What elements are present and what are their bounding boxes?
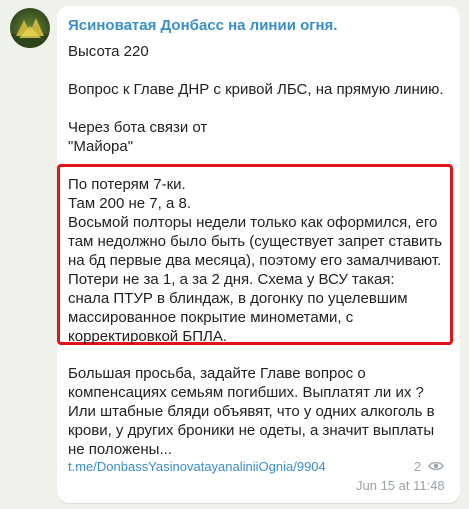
text-line: "Майора" bbox=[68, 138, 134, 155]
highlighted-line: Там 200 не 7, а 8. bbox=[68, 195, 191, 212]
highlighted-line: на бд первые два месяца), поэтому его за… bbox=[68, 252, 442, 269]
highlighted-line: снала ПТУР в блиндаж, в догонку по уцеле… bbox=[68, 290, 408, 307]
highlighted-line: массированное покрытие минометами, с bbox=[68, 309, 354, 326]
highlighted-line: По потерям 7-ки. bbox=[68, 176, 186, 193]
text-line: компенсациях семьям погибших. Выплатят л… bbox=[68, 384, 424, 401]
text-line: Высота 220 bbox=[68, 43, 149, 60]
message-timestamp: Jun 15 at 11:48 bbox=[356, 478, 445, 493]
channel-avatar[interactable] bbox=[10, 8, 50, 48]
highlighted-line: там недолжно было быть (существует запре… bbox=[68, 233, 443, 250]
highlighted-line: Восьмой полторы недели только как оформи… bbox=[68, 214, 438, 231]
eye-icon bbox=[428, 461, 444, 471]
text-line: крови, у других броники не одеты, а знач… bbox=[68, 422, 435, 439]
channel-name[interactable]: Ясиноватая Донбасс на линии огня. bbox=[68, 17, 337, 34]
text-line: Вопрос к Главе ДНР с кривой ЛБС, на прям… bbox=[68, 81, 444, 98]
text-line: Через бота связи от bbox=[68, 119, 208, 136]
view-count: 2 bbox=[414, 459, 422, 474]
text-line: Или штабные бляди объявят, что у одних а… bbox=[68, 403, 435, 420]
text-line: не положены... bbox=[68, 441, 172, 458]
highlighted-line: корректировкой БПЛА. bbox=[68, 328, 227, 345]
highlighted-line: Потери не за 1, а за 2 дня. Схема у ВСУ … bbox=[68, 271, 395, 288]
text-line: Большая просьба, задайте Главе вопрос о bbox=[68, 365, 366, 382]
message-link[interactable]: t.me/DonbassYasinovatayanaliniiOgnia/990… bbox=[68, 459, 326, 474]
channel-avatar-icon bbox=[10, 18, 50, 48]
